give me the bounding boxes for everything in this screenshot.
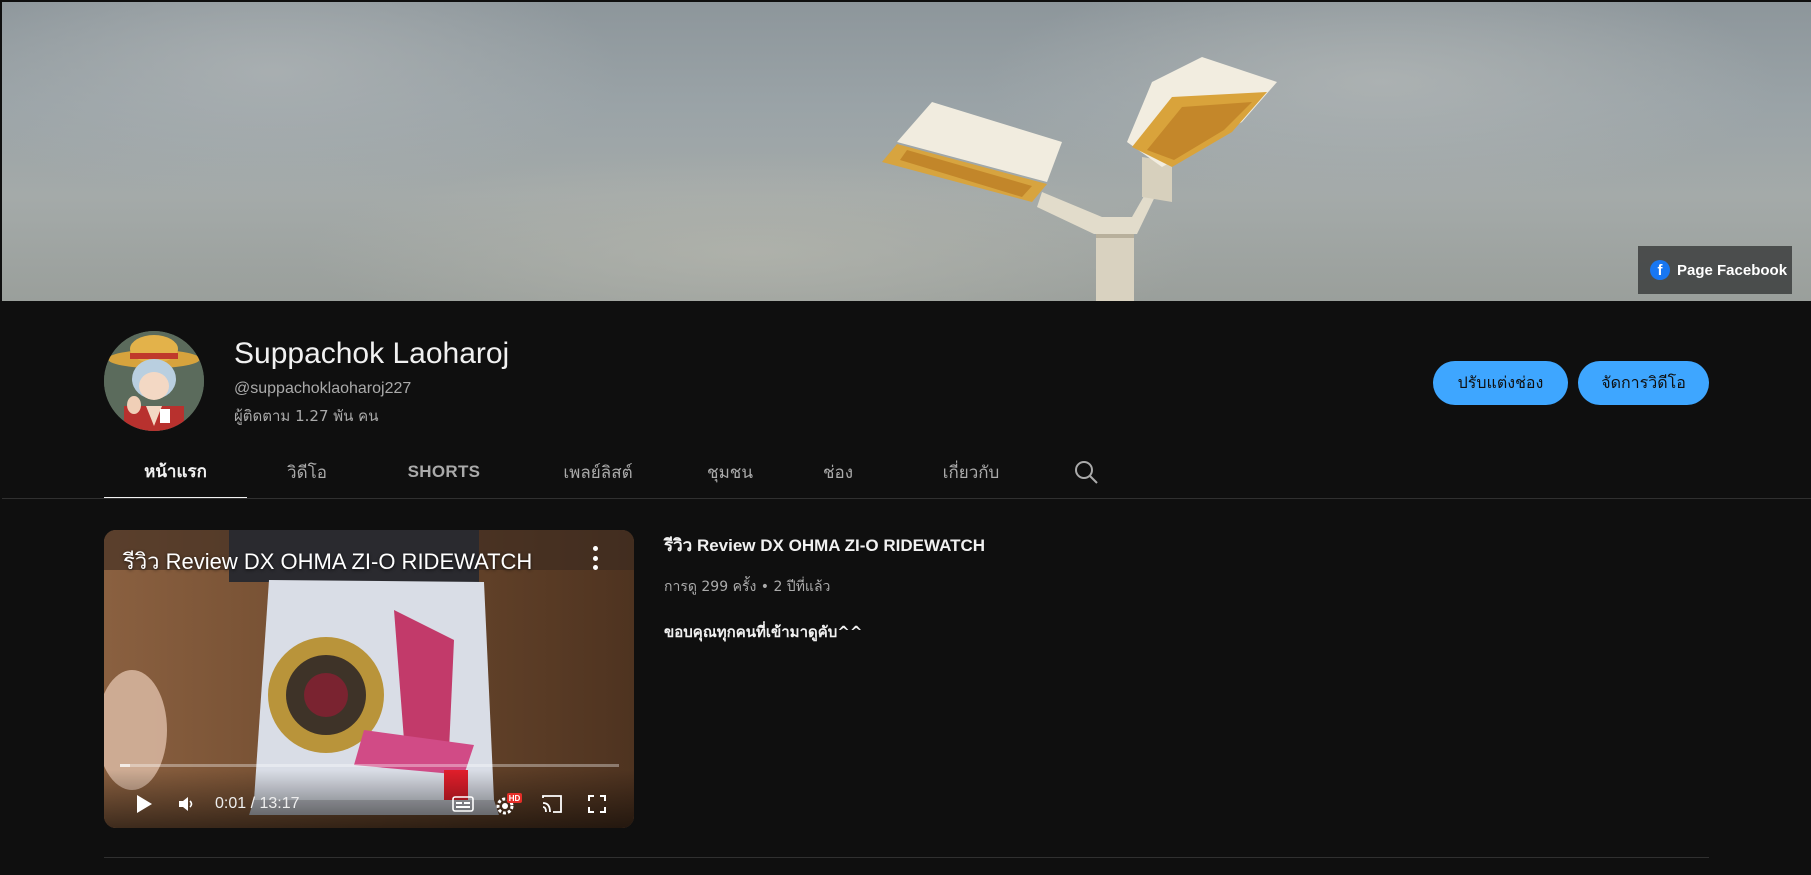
tab-videos[interactable]: วิดีโอ: [247, 445, 367, 499]
video-description: ขอบคุณทุกคนที่เข้ามาดูคับ^^: [664, 623, 863, 641]
video-title[interactable]: รีวิว Review DX OHMA ZI-O RIDEWATCH: [664, 532, 985, 559]
section-divider: [104, 857, 1709, 858]
channel-tabs: หน้าแรก วิดีโอ SHORTS เพลย์ลิสต์ ชุมชน ช…: [104, 445, 1121, 499]
tab-playlists[interactable]: เพลย์ลิสต์: [521, 445, 675, 499]
manage-videos-button[interactable]: จัดการวิดีโอ: [1578, 361, 1709, 405]
volume-icon[interactable]: [174, 790, 200, 818]
progress-fill: [120, 764, 130, 767]
player-controls: 0:01 / 13:17 HD: [104, 770, 634, 828]
cast-icon[interactable]: [538, 790, 566, 818]
fullscreen-icon[interactable]: [584, 790, 610, 818]
facebook-icon: f: [1650, 260, 1670, 280]
customize-channel-button[interactable]: ปรับแต่งช่อง: [1433, 361, 1568, 405]
tab-about[interactable]: เกี่ยวกับ: [891, 445, 1051, 499]
facebook-link-label: Page Facebook: [1677, 261, 1788, 279]
tab-shorts[interactable]: SHORTS: [367, 445, 521, 499]
play-icon[interactable]: [130, 790, 158, 818]
tab-home[interactable]: หน้าแรก: [104, 445, 247, 499]
subtitles-icon[interactable]: [450, 790, 476, 818]
progress-bar[interactable]: [120, 764, 619, 767]
channel-banner: f Page Facebook: [2, 2, 1811, 301]
tabs-divider: [2, 498, 1811, 499]
time-display: 0:01 / 13:17: [215, 795, 300, 812]
more-options-icon[interactable]: [592, 546, 598, 570]
channel-name: Suppachok Laoharoj: [234, 337, 510, 370]
video-meta: การดู 299 ครั้ง • 2 ปีที่แล้ว: [664, 579, 831, 595]
subscriber-count: ผู้ติดตาม 1.27 พัน คน: [234, 407, 379, 425]
street-lamp-image: [882, 57, 1277, 301]
video-player[interactable]: รีวิว Review DX OHMA ZI-O RIDEWATCH 0:01…: [104, 530, 634, 828]
avatar[interactable]: [104, 331, 204, 431]
settings-icon[interactable]: HD: [494, 790, 524, 818]
tab-community[interactable]: ชุมชน: [675, 445, 785, 499]
hd-badge: HD: [509, 794, 521, 803]
facebook-link[interactable]: f Page Facebook: [1638, 246, 1792, 294]
search-icon[interactable]: [1051, 445, 1121, 499]
tab-channels[interactable]: ช่อง: [785, 445, 891, 499]
player-title[interactable]: รีวิว Review DX OHMA ZI-O RIDEWATCH: [123, 544, 532, 579]
channel-handle: @suppachoklaoharoj227: [234, 380, 412, 397]
